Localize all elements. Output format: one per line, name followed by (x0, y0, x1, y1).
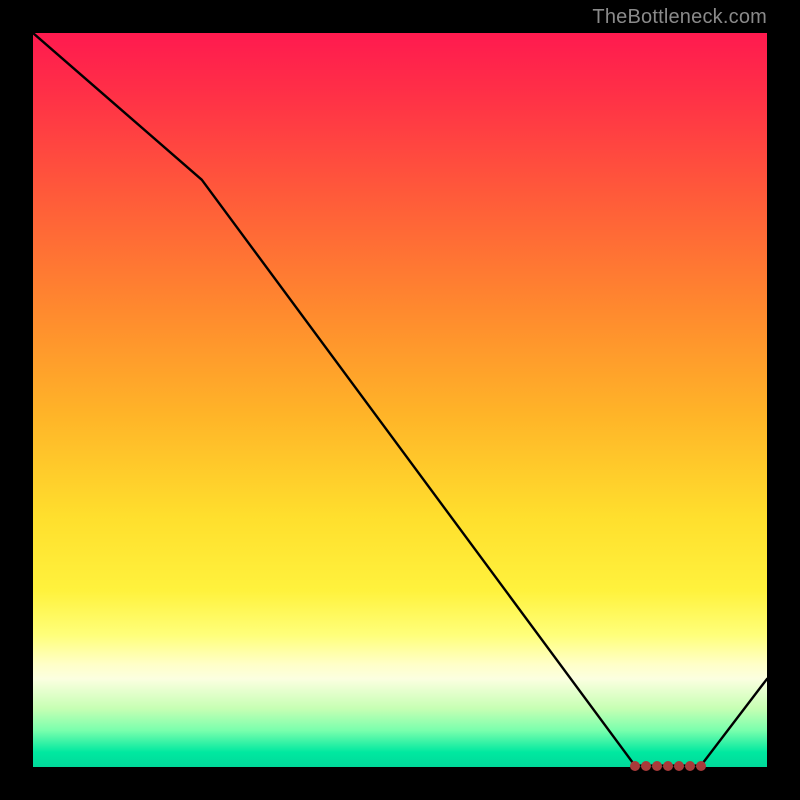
optimal-marker (641, 761, 651, 771)
attribution-label: TheBottleneck.com (592, 6, 767, 29)
optimal-marker (696, 761, 706, 771)
optimal-marker (630, 761, 640, 771)
chart-stage: TheBottleneck.com (0, 0, 800, 800)
optimal-marker (652, 761, 662, 771)
bottleneck-line (33, 33, 767, 767)
plot-area (33, 33, 767, 767)
optimal-marker (663, 761, 673, 771)
optimal-marker (674, 761, 684, 771)
optimal-marker (685, 761, 695, 771)
